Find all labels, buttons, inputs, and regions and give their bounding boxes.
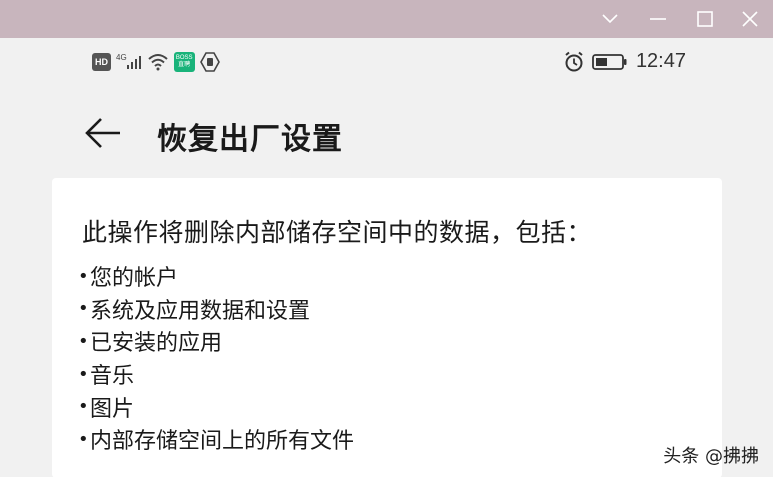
window-titlebar <box>0 0 773 38</box>
list-item-label: 已安装的应用 <box>90 331 223 357</box>
intro-text: 此操作将删除内部储存空间中的数据，包括： <box>82 218 593 247</box>
battery-icon <box>592 53 627 70</box>
list-item: • 已安装的应用 <box>78 325 354 358</box>
phone-screen: HD 4G BOSS 直聘 12:47 恢复出厂设置 此操作将删除内部储存空间中… <box>52 38 722 477</box>
page-header: 恢复出厂设置 <box>52 106 722 166</box>
bullet: • <box>78 428 89 450</box>
boss-app-label: BOSS 直聘 <box>175 55 193 68</box>
app-notification-icon <box>199 52 220 72</box>
bullet: • <box>78 265 89 287</box>
status-bar: HD 4G BOSS 直聘 12:47 <box>52 38 722 90</box>
data-list: • 您的帐户 • 系统及应用数据和设置 • 已安装的应用 • 音乐 • 图片 • 内部存储空… <box>78 260 354 456</box>
signal-icon <box>126 56 141 69</box>
bullet: • <box>78 396 89 418</box>
list-item: • 音乐 <box>78 358 354 391</box>
list-item: • 系统及应用数据和设置 <box>78 293 354 326</box>
watermark: 头条 @拂拂 <box>663 446 759 467</box>
close-button[interactable] <box>727 0 773 38</box>
back-button[interactable] <box>82 112 124 154</box>
alarm-icon <box>565 51 583 71</box>
status-time: 12:47 <box>635 50 686 72</box>
list-item-label: 内部存储空间上的所有文件 <box>90 429 355 455</box>
list-item-label: 音乐 <box>90 364 135 390</box>
boss-app-icon: BOSS 直聘 <box>173 52 195 72</box>
status-left: HD 4G BOSS 直聘 <box>92 52 220 72</box>
list-item-label: 图片 <box>90 396 135 422</box>
status-right: 12:47 <box>564 50 686 73</box>
wifi-icon <box>148 54 168 71</box>
page-title: 恢复出厂设置 <box>157 122 343 157</box>
list-item: • 内部存储空间上的所有文件 <box>78 423 354 456</box>
chevron-down-icon[interactable] <box>587 0 633 38</box>
maximize-button[interactable] <box>682 0 728 38</box>
bullet: • <box>78 298 89 320</box>
list-item-label: 系统及应用数据和设置 <box>90 298 311 324</box>
list-item: • 图片 <box>78 390 354 423</box>
bullet: • <box>78 330 89 352</box>
hd-badge: HD <box>92 53 111 71</box>
back-arrow-icon <box>85 118 120 148</box>
content-card: 此操作将删除内部储存空间中的数据，包括： • 您的帐户 • 系统及应用数据和设置 •… <box>52 178 722 477</box>
minimize-button[interactable] <box>635 0 681 38</box>
list-item: • 您的帐户 <box>78 260 354 293</box>
bullet: • <box>78 363 89 385</box>
list-item-label: 您的帐户 <box>90 266 179 292</box>
